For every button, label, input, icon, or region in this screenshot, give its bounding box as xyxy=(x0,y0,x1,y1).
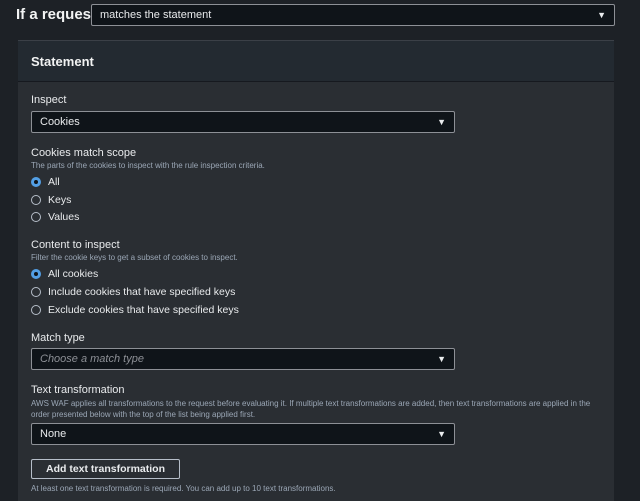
statement-panel: Statement Inspect Cookies ▼ Cookies matc… xyxy=(18,40,614,501)
radio-selected-icon[interactable] xyxy=(31,177,41,187)
caret-down-icon: ▼ xyxy=(437,354,446,364)
inspect-value: Cookies xyxy=(40,116,80,128)
radio-unselected-icon[interactable] xyxy=(31,195,41,205)
radio-unselected-icon[interactable] xyxy=(31,305,41,315)
caret-down-icon: ▼ xyxy=(437,429,446,439)
caret-down-icon: ▼ xyxy=(437,117,446,127)
content-option-label: Include cookies that have specified keys xyxy=(48,286,236,298)
text-transformation-label: Text transformation xyxy=(31,384,125,396)
scope-option-label: Keys xyxy=(48,194,72,206)
scope-option-all[interactable]: All xyxy=(31,176,60,188)
inspect-label: Inspect xyxy=(31,94,67,106)
content-inspect-label: Content to inspect xyxy=(31,239,120,251)
match-type-label: Match type xyxy=(31,332,85,344)
content-option-all-cookies[interactable]: All cookies xyxy=(31,268,98,280)
radio-unselected-icon[interactable] xyxy=(31,287,41,297)
caret-down-icon: ▼ xyxy=(597,10,606,20)
scope-option-label: Values xyxy=(48,211,80,223)
cookies-scope-label: Cookies match scope xyxy=(31,147,137,159)
radio-unselected-icon[interactable] xyxy=(31,212,41,222)
text-transformation-select[interactable]: None ▼ xyxy=(31,423,455,445)
if-a-request-label: If a request xyxy=(16,5,97,23)
content-option-label: All cookies xyxy=(48,268,99,280)
inspect-select[interactable]: Cookies ▼ xyxy=(31,111,455,133)
content-option-include[interactable]: Include cookies that have specified keys xyxy=(31,286,235,298)
text-transformation-note: At least one text transformation is requ… xyxy=(31,484,336,493)
request-match-select[interactable]: matches the statement ▼ xyxy=(91,4,615,26)
request-match-value: matches the statement xyxy=(100,9,212,21)
content-option-exclude[interactable]: Exclude cookies that have specified keys xyxy=(31,304,239,316)
radio-selected-icon[interactable] xyxy=(31,269,41,279)
text-transformation-description: AWS WAF applies all transformations to t… xyxy=(31,399,591,419)
add-text-transformation-button[interactable]: Add text transformation xyxy=(31,459,181,479)
text-transformation-value: None xyxy=(40,428,67,440)
cookies-scope-description: The parts of the cookies to inspect with… xyxy=(31,161,265,170)
statement-header: Statement xyxy=(18,41,614,82)
content-inspect-description: Filter the cookie keys to get a subset o… xyxy=(31,253,238,262)
scope-option-values[interactable]: Values xyxy=(31,211,79,223)
content-option-label: Exclude cookies that have specified keys xyxy=(48,304,239,316)
scope-option-keys[interactable]: Keys xyxy=(31,194,71,206)
match-type-select[interactable]: Choose a match type ▼ xyxy=(31,348,455,370)
match-type-placeholder: Choose a match type xyxy=(40,353,144,365)
scope-option-label: All xyxy=(48,176,60,188)
statement-title: Statement xyxy=(31,53,94,69)
